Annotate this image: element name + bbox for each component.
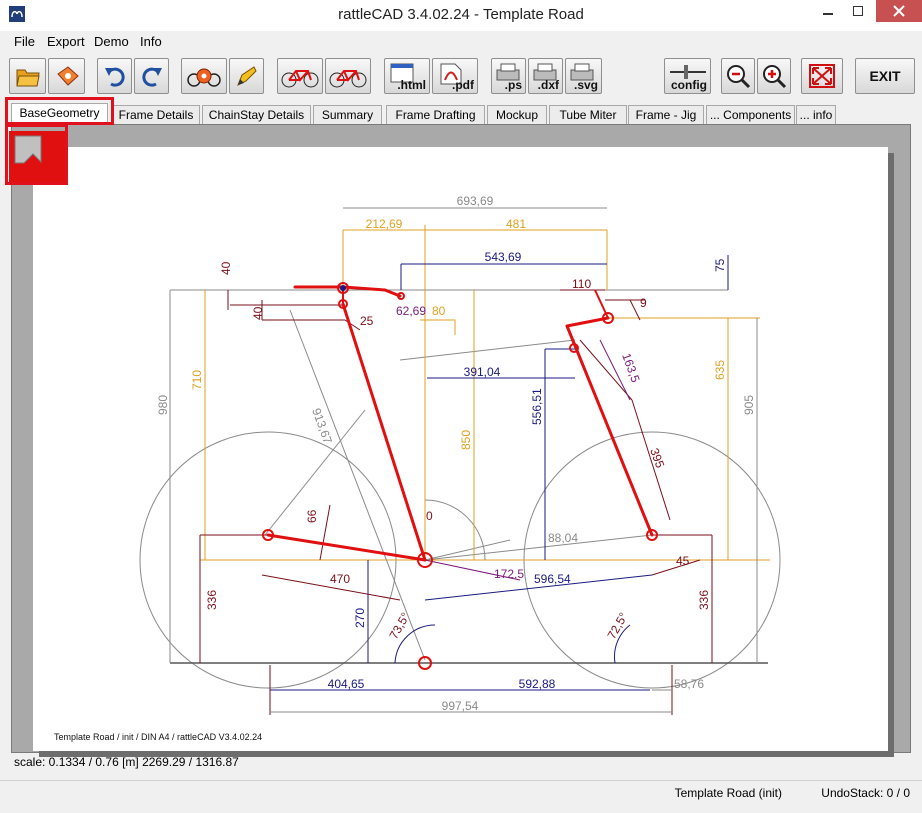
dim-905: 905 (742, 395, 756, 415)
dim-25: 25 (360, 314, 374, 328)
dim-997: 997,54 (442, 699, 479, 713)
dim-right-top: 481 (506, 217, 526, 231)
dim-stack-reach: 543,69 (485, 250, 522, 264)
bike-geometry-drawing: 693,69 212,69 481 543,69 40 40 25 62,69 … (9, 131, 781, 742)
dim-391: 391,04 (464, 365, 501, 379)
dim-592: 592,88 (519, 677, 556, 691)
dim-336-left: 336 (205, 590, 219, 610)
dim-left-top: 212,69 (366, 217, 403, 231)
dim-110: 110 (572, 277, 591, 291)
dim-66: 66 (305, 509, 319, 523)
highlight-handle (5, 124, 68, 185)
dim-710: 710 (190, 370, 204, 390)
frame-joints (262, 282, 658, 670)
dim-980: 980 (156, 395, 170, 415)
status-undo: UndoStack: 0 / 0 (821, 786, 910, 800)
dim-40b: 40 (251, 306, 265, 320)
dim-0: 0 (426, 509, 433, 523)
dim-850: 850 (459, 430, 473, 450)
status-bar: Template Road (init) UndoStack: 0 / 0 (0, 780, 922, 813)
dim-40a: 40 (219, 261, 233, 275)
status-project: Template Road (init) (674, 786, 782, 800)
dim-45: 45 (676, 554, 690, 568)
dim-404: 404,65 (328, 677, 365, 691)
dim-635: 635 (713, 360, 727, 380)
dim-336-right: 336 (697, 590, 711, 610)
dim-556: 556,51 (530, 388, 544, 425)
scale-readout: scale: 0.1334 / 0.76 [m] 2269.29 / 1316.… (14, 755, 239, 769)
dim-9: 9 (640, 296, 647, 310)
angle-725: 72,5° (604, 610, 630, 642)
dim-top-total: 693,69 (457, 194, 494, 208)
dim-470: 470 (330, 572, 350, 586)
orange-dimension-lines (204, 225, 760, 560)
dim-75: 75 (713, 258, 727, 272)
angle-735: 73,5° (386, 610, 412, 642)
dim-62: 62,69 (396, 304, 426, 318)
dim-1725: 172,5 (494, 567, 524, 581)
dim-395: 395 (647, 446, 667, 470)
drawing-footer: Template Road / init / DIN A4 / rattleCA… (54, 732, 262, 742)
dim-80: 80 (432, 304, 446, 318)
highlight-tab (5, 97, 114, 125)
construction-lines (264, 309, 653, 661)
dim-58: 58,76 (674, 677, 704, 691)
purple-dimension-lines (424, 339, 631, 581)
dim-163: 163,5 (619, 351, 643, 384)
gray-dimension-lines (169, 207, 758, 713)
dim-88: 88,04 (548, 531, 578, 545)
dim-270: 270 (353, 608, 367, 628)
dim-596: 596,54 (534, 572, 571, 586)
